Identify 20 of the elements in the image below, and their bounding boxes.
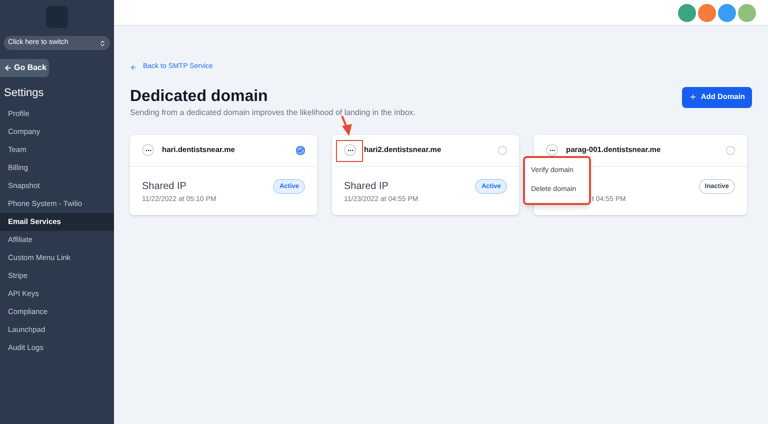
avatar-icon[interactable] <box>678 4 696 22</box>
arrow-left-icon <box>130 64 137 71</box>
page-title: Dedicated domain <box>130 86 269 106</box>
avatar-icon[interactable] <box>698 4 716 22</box>
highlight-box <box>336 140 363 162</box>
sidebar-heading: Settings <box>4 86 45 101</box>
plus-icon <box>688 93 697 101</box>
ip-type: Shared IP <box>344 180 390 194</box>
go-back-button[interactable]: Go Back <box>0 59 49 77</box>
annotation-arrow <box>341 116 352 136</box>
page-subtitle: Sending from a dedicated domain improves the likelihood of landing in the inbox. <box>130 106 416 118</box>
ip-type: Shared IP <box>142 180 188 194</box>
more-button[interactable] <box>142 144 154 156</box>
avatar-icon[interactable] <box>718 4 736 22</box>
avatar-icon[interactable] <box>738 4 756 22</box>
more-button[interactable] <box>344 144 356 156</box>
chevron-icon <box>99 40 106 46</box>
check-icon <box>297 146 304 154</box>
checkbox[interactable] <box>296 146 305 154</box>
arrow-left-icon <box>4 64 12 72</box>
